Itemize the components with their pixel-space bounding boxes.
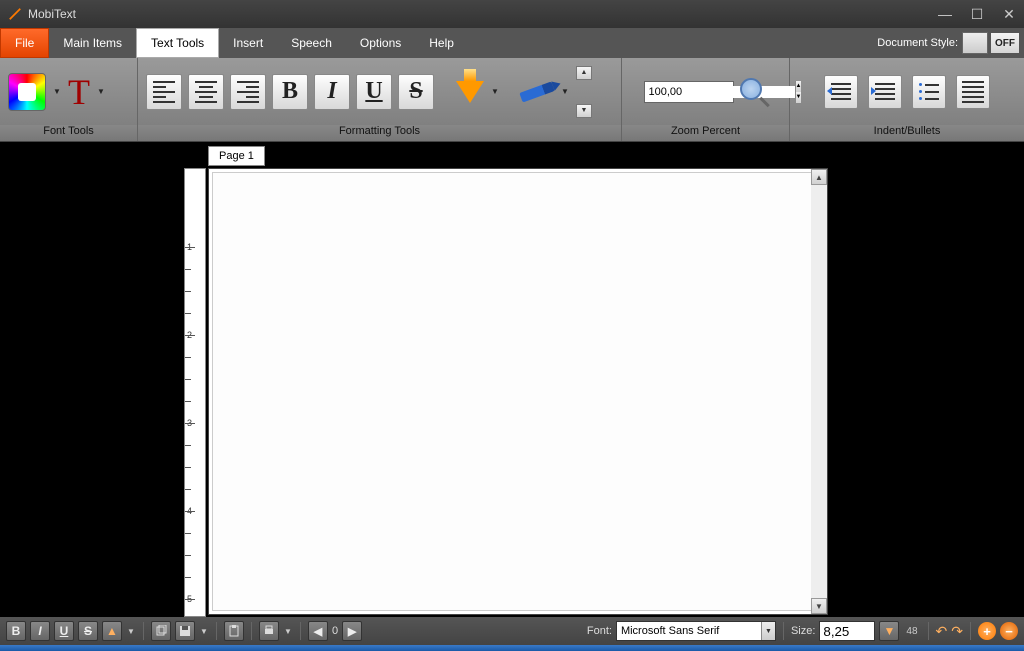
status-bold-button[interactable]: B xyxy=(6,621,26,641)
font-color-dropdown[interactable]: ▼ xyxy=(52,74,62,110)
document-style-toggle[interactable]: OFF xyxy=(990,32,1020,54)
increase-indent-button[interactable] xyxy=(868,75,902,109)
status-strike-button[interactable]: S xyxy=(78,621,98,641)
menu-insert[interactable]: Insert xyxy=(219,28,277,58)
maximize-button[interactable]: ☐ xyxy=(970,7,984,21)
align-right-button[interactable] xyxy=(230,74,266,110)
vertical-ruler: 1 2 3 4 5 xyxy=(184,168,206,617)
ribbon-label-zoom: Zoom Percent xyxy=(622,125,789,141)
menubar: File Main Items Text Tools Insert Speech… xyxy=(0,28,1024,58)
document-page[interactable]: ▲ ▼ xyxy=(208,168,828,615)
app-icon xyxy=(8,7,22,21)
insert-arrow-button[interactable] xyxy=(456,81,484,103)
status-number: 48 xyxy=(906,626,917,637)
insert-arrow-dropdown[interactable]: ▼ xyxy=(490,74,500,110)
menu-speech[interactable]: Speech xyxy=(277,28,346,58)
status-print-button[interactable] xyxy=(259,621,279,641)
status-prev-button[interactable]: ◀ xyxy=(308,621,328,641)
ribbon-label-font-tools: Font Tools xyxy=(0,125,137,141)
close-button[interactable]: ✕ xyxy=(1002,7,1016,21)
document-style-label: Document Style: xyxy=(877,37,958,49)
scroll-down-button[interactable]: ▼ xyxy=(811,598,827,614)
font-select-value: Microsoft Sans Serif xyxy=(617,625,761,637)
bullets-button[interactable] xyxy=(912,75,946,109)
size-label: Size: xyxy=(791,625,815,637)
menu-text-tools[interactable]: Text Tools xyxy=(136,28,219,58)
size-input[interactable] xyxy=(819,621,875,641)
highlight-button[interactable] xyxy=(519,81,554,102)
workspace: Page 1 1 2 3 4 5 ▲ ▼ xyxy=(0,142,1024,617)
bold-button[interactable]: B xyxy=(272,74,308,110)
highlight-dropdown[interactable]: ▼ xyxy=(560,74,570,110)
zoom-input[interactable]: ▲ ▼ xyxy=(644,81,734,103)
align-left-button[interactable] xyxy=(146,74,182,110)
status-page-count: 0 xyxy=(332,625,338,637)
format-down-button[interactable]: ▼ xyxy=(576,104,592,118)
menu-help[interactable]: Help xyxy=(415,28,468,58)
status-up-dropdown[interactable]: ▼ xyxy=(126,613,136,649)
font-color-button[interactable] xyxy=(8,73,46,111)
status-up-button[interactable]: ▲ xyxy=(102,621,122,641)
size-dropdown-button[interactable]: ▼ xyxy=(879,621,899,641)
status-print-dropdown[interactable]: ▼ xyxy=(283,613,293,649)
font-select[interactable]: Microsoft Sans Serif ▼ xyxy=(616,621,776,641)
status-italic-button[interactable]: I xyxy=(30,621,50,641)
menu-options[interactable]: Options xyxy=(346,28,415,58)
font-select-dropdown[interactable]: ▼ xyxy=(761,622,775,640)
font-label: Font: xyxy=(587,625,612,637)
titlebar: MobiText — ☐ ✕ xyxy=(0,0,1024,28)
ribbon-label-formatting: Formatting Tools xyxy=(138,125,621,141)
zoom-in-button[interactable]: + xyxy=(978,622,996,640)
window-border-bottom xyxy=(0,645,1024,651)
statusbar: B I U S ▲ ▼ ▼ ▼ ◀ 0 ▶ Font: Microsoft Sa… xyxy=(0,617,1024,645)
status-next-button[interactable]: ▶ xyxy=(342,621,362,641)
ribbon-label-indent: Indent/Bullets xyxy=(790,125,1024,141)
menu-file[interactable]: File xyxy=(0,28,49,58)
zoom-magnifier-icon[interactable] xyxy=(740,78,768,106)
status-save-dropdown[interactable]: ▼ xyxy=(199,613,209,649)
status-paste-button[interactable] xyxy=(224,621,244,641)
format-up-button[interactable]: ▲ xyxy=(576,66,592,80)
menu-main-items[interactable]: Main Items xyxy=(49,28,136,58)
zoom-value-field[interactable] xyxy=(645,86,795,98)
window-title: MobiText xyxy=(28,7,938,21)
ribbon: ▼ T ▼ Font Tools B I U S ▼ ▼ ▲ ▼ Forma xyxy=(0,58,1024,142)
page-tab[interactable]: Page 1 xyxy=(208,146,265,166)
align-center-button[interactable] xyxy=(188,74,224,110)
zoom-out-button[interactable]: − xyxy=(1000,622,1018,640)
redo-button[interactable]: ↷ xyxy=(951,623,963,640)
status-copy-button[interactable] xyxy=(151,621,171,641)
scroll-up-button[interactable]: ▲ xyxy=(811,169,827,185)
underline-button[interactable]: U xyxy=(356,74,392,110)
italic-button[interactable]: I xyxy=(314,74,350,110)
font-style-button[interactable]: T xyxy=(68,74,90,110)
minimize-button[interactable]: — xyxy=(938,7,952,21)
document-style-swatch[interactable] xyxy=(962,32,988,54)
font-style-dropdown[interactable]: ▼ xyxy=(96,74,106,110)
strikethrough-button[interactable]: S xyxy=(398,74,434,110)
undo-button[interactable]: ↶ xyxy=(936,623,948,640)
decrease-indent-button[interactable] xyxy=(824,75,858,109)
status-save-button[interactable] xyxy=(175,621,195,641)
page-scrollbar[interactable]: ▲ ▼ xyxy=(811,169,827,614)
justify-button[interactable] xyxy=(956,75,990,109)
status-underline-button[interactable]: U xyxy=(54,621,74,641)
